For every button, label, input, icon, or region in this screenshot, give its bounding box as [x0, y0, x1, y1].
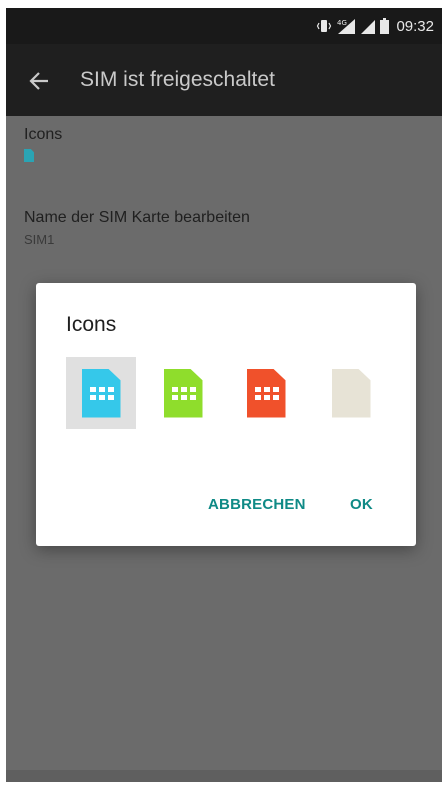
vibrate-icon: [316, 19, 332, 33]
preference-icons[interactable]: Icons: [24, 126, 62, 162]
preference-sim-name-title: Name der SIM Karte bearbeiten: [24, 209, 250, 226]
signal-icon: [360, 18, 376, 34]
dialog-title: Icons: [66, 313, 117, 336]
status-time: 09:32: [396, 17, 434, 35]
sim-card-icon: [81, 368, 121, 418]
icons-dialog: Icons ABBRECHEN OK: [36, 283, 416, 546]
cancel-button[interactable]: ABBRECHEN: [208, 496, 306, 513]
battery-icon: [380, 18, 390, 34]
sim-card-icon: [163, 368, 203, 418]
sim-card-icon: [331, 368, 371, 418]
phone-screen: 4G 09:32 SIM ist freigeschaltet Icons Na…: [6, 8, 442, 782]
app-bar: SIM ist freigeschaltet: [6, 44, 442, 116]
preference-icons-title: Icons: [24, 126, 63, 143]
navigation-area: [6, 770, 442, 782]
sim-card-icon: [246, 368, 286, 418]
ok-button[interactable]: OK: [350, 496, 373, 513]
icon-option-green[interactable]: [148, 357, 218, 429]
icon-option-red[interactable]: [231, 357, 301, 429]
back-arrow-icon[interactable]: [28, 70, 50, 92]
signal-4g-icon: 4G: [336, 18, 356, 34]
icon-option-cyan[interactable]: [66, 357, 136, 429]
icon-option-beige[interactable]: [316, 357, 386, 429]
preference-sim-name[interactable]: Name der SIM Karte bearbeiten SIM1: [24, 209, 250, 247]
preference-sim-name-value: SIM1: [24, 232, 55, 247]
sim-chip-icon: [24, 149, 34, 162]
status-bar: 4G 09:32: [6, 8, 442, 44]
page-title: SIM ist freigeschaltet: [80, 68, 275, 91]
network-type-label: 4G: [337, 19, 347, 27]
status-icons: 4G 09:32: [316, 16, 434, 36]
